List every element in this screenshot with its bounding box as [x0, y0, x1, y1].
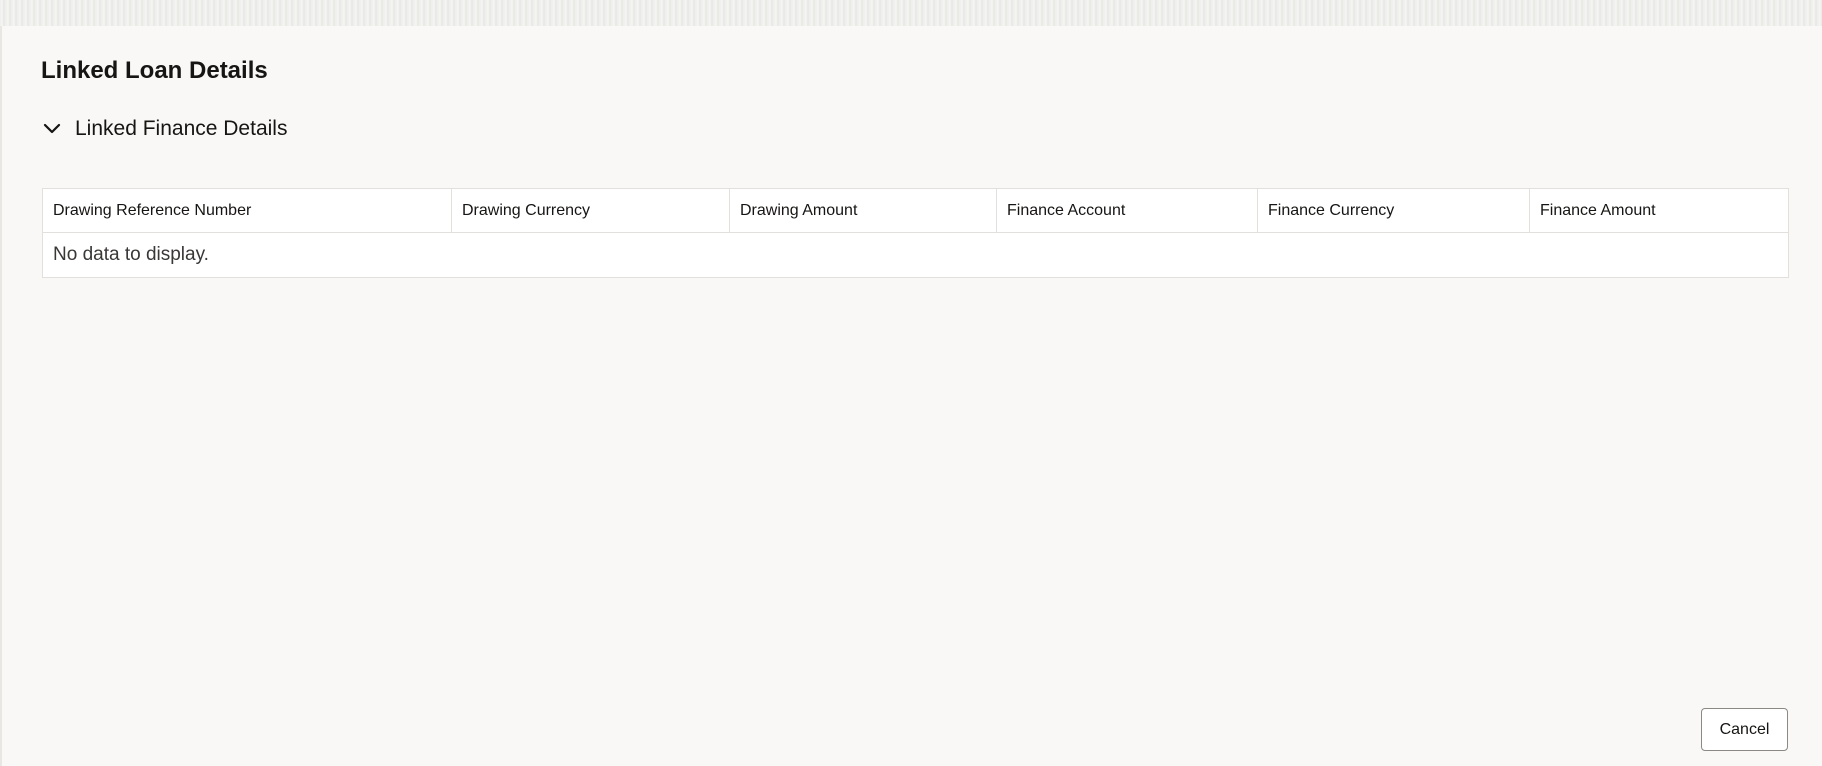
column-header-drawing-amount[interactable]: Drawing Amount: [730, 189, 997, 232]
section-title: Linked Finance Details: [75, 117, 288, 140]
dialog-title: Linked Loan Details: [41, 57, 268, 84]
column-header-drawing-currency[interactable]: Drawing Currency: [452, 189, 730, 232]
section-toggle-linked-finance-details[interactable]: Linked Finance Details: [41, 114, 287, 144]
cancel-button[interactable]: Cancel: [1701, 708, 1788, 751]
column-header-finance-currency[interactable]: Finance Currency: [1258, 189, 1530, 232]
chevron-down-icon[interactable]: [41, 118, 63, 140]
column-header-finance-amount[interactable]: Finance Amount: [1530, 189, 1788, 232]
column-header-finance-account[interactable]: Finance Account: [997, 189, 1258, 232]
background-page-strip: [0, 0, 1822, 26]
column-header-drawing-reference-number[interactable]: Drawing Reference Number: [43, 189, 452, 232]
table-header-row: Drawing Reference Number Drawing Currenc…: [43, 189, 1788, 233]
linked-finance-table: Drawing Reference Number Drawing Currenc…: [42, 188, 1789, 278]
linked-loan-details-dialog: Linked Loan Details Linked Finance Detai…: [2, 26, 1822, 766]
table-empty-message: No data to display.: [53, 244, 209, 265]
